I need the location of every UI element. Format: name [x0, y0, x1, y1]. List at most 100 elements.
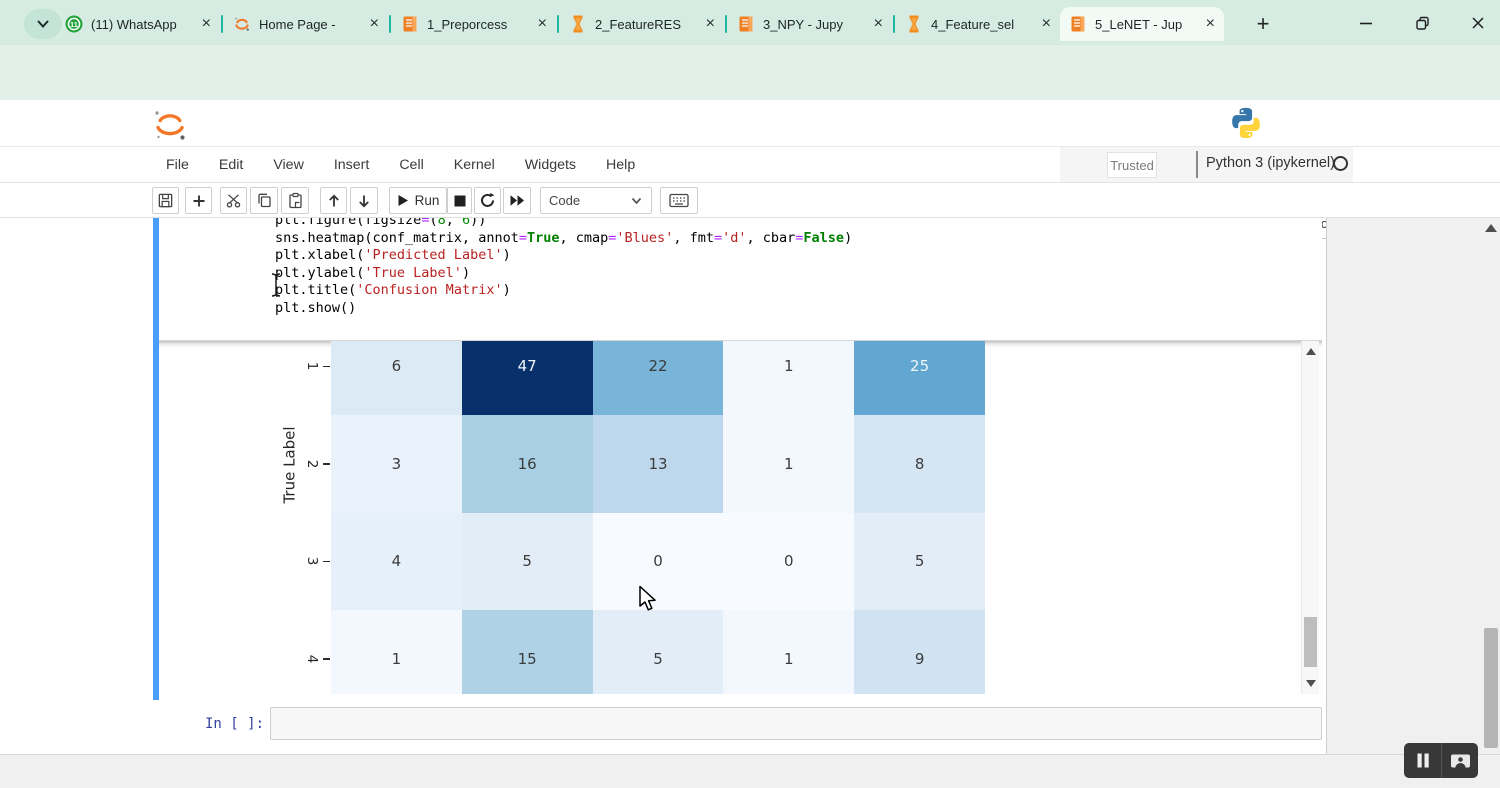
jupyter-favicon-icon [233, 15, 251, 33]
browser-tab-5[interactable]: 3_NPY - Jupy × [728, 7, 892, 41]
python-logo-icon [1228, 104, 1264, 142]
y-tick-mark [323, 463, 330, 465]
heatmap-cell-r2-c1: 3 [331, 415, 462, 513]
tab-separator [221, 15, 223, 33]
command-palette-button[interactable] [660, 187, 698, 214]
notebook-menubar: FileEditViewInsertCellKernelWidgetsHelp … [0, 147, 1500, 183]
restart-run-all-button[interactable] [503, 187, 531, 214]
browser-toolbar: localhost:8889/notebooks/5_LeNET.ipynb O… [0, 45, 1500, 100]
paste-cell-button[interactable] [281, 187, 309, 214]
main-scroll-up-icon[interactable] [1485, 224, 1497, 232]
y-tick-mark [323, 561, 330, 563]
copy-cell-button[interactable] [250, 187, 278, 214]
heatmap-cell-r2-c5: 8 [854, 415, 985, 513]
run-cell-button[interactable]: Run [389, 187, 447, 214]
cell-type-select[interactable]: Code [540, 187, 652, 214]
arrow-up-icon [326, 193, 342, 209]
empty-cell-input[interactable] [270, 707, 1322, 740]
tab-close-icon[interactable]: × [370, 16, 379, 32]
run-label: Run [415, 193, 440, 208]
code-line-2: sns.heatmap(conf_matrix, annot=True, cma… [275, 230, 852, 246]
heatmap-cell-r3-c1: 4 [331, 513, 462, 611]
pause-icon [1416, 753, 1430, 768]
run-icon [397, 194, 409, 207]
browser-tab-6[interactable]: 4_Feature_sel× [896, 7, 1060, 41]
trusted-badge: Trusted [1107, 152, 1157, 178]
y-tick-label-1: 1 [304, 358, 320, 374]
browser-tab-7[interactable]: 5_LeNET - Jup× [1060, 7, 1224, 41]
jupyter-header: jupyter 5_LeNET Last Checkpoint: 9 minut… [0, 100, 1500, 147]
pause-button[interactable] [1404, 743, 1441, 778]
stop-icon [454, 195, 466, 207]
empty-cell-prompt: In [ ]: [205, 716, 264, 732]
heatmap-cell-r1-c1: 6 [331, 341, 462, 415]
browser-tab-2[interactable]: Home Page -× [224, 7, 388, 41]
browser-tab-1[interactable]: 11 (11) WhatsApp × [56, 7, 220, 41]
heatmap-cell-r2-c4: 1 [723, 415, 854, 513]
menu-item-edit[interactable]: Edit [219, 157, 243, 173]
y-tick-mark [323, 366, 330, 368]
page-right-gutter [1326, 218, 1500, 755]
window-close-button[interactable] [1464, 11, 1492, 35]
move-cell-down-button[interactable] [350, 187, 378, 214]
heatmap-cell-r1-c3: 22 [593, 341, 724, 415]
cell-output-area[interactable]: 647221251316131824500531155194True Label [159, 341, 1322, 694]
tab-close-icon[interactable]: × [874, 16, 883, 32]
new-tab-button[interactable]: + [1248, 9, 1278, 39]
save-button[interactable] [152, 187, 179, 214]
output-scrollbar-thumb[interactable] [1304, 617, 1317, 667]
chevron-down-icon [630, 194, 643, 207]
browser-window: 11(11) WhatsApp×Home Page -×1_Preporcess… [0, 0, 1500, 788]
tab-close-icon[interactable]: × [1206, 16, 1215, 32]
tab-title: 1_Preporcess [427, 17, 532, 32]
restart-kernel-button[interactable] [474, 187, 501, 214]
menu-item-cell[interactable]: Cell [399, 157, 423, 173]
restore-icon [1414, 15, 1431, 32]
heatmap-cell-r4-c1: 1 [331, 610, 462, 694]
notebook-favicon-icon [401, 15, 419, 33]
menu-item-file[interactable]: File [166, 157, 189, 173]
menu-item-view[interactable]: View [273, 157, 304, 173]
menu-item-kernel[interactable]: Kernel [454, 157, 495, 173]
browser-tab-3[interactable]: 1_Preporcess × [392, 7, 556, 41]
add-cell-button[interactable] [185, 187, 212, 214]
tab-title: 3_NPY - Jupy [763, 17, 868, 32]
keyboard-icon [669, 193, 689, 208]
window-minimize-button[interactable] [1352, 11, 1380, 35]
menu-items: File Edit View Insert Cell Kernel Widgets Help [166, 147, 635, 182]
arrow-down-icon [356, 193, 372, 209]
picture-in-picture-button[interactable] [1441, 743, 1478, 778]
svg-text:11: 11 [70, 20, 78, 29]
plus-icon [191, 193, 207, 209]
fast-forward-icon [509, 194, 525, 207]
interrupt-kernel-button[interactable] [447, 187, 472, 214]
scroll-down-icon[interactable] [1306, 680, 1316, 687]
tab-close-icon[interactable]: × [202, 16, 211, 32]
browser-tab-4[interactable]: 2_FeatureRES× [560, 7, 724, 41]
window-restore-button[interactable] [1408, 11, 1436, 35]
code-line-1: plt.figure(figsize=(8, 6)) [275, 218, 486, 228]
move-cell-up-button[interactable] [320, 187, 347, 214]
heatmap-cell-r3-c2: 5 [462, 513, 593, 611]
code-line-3: plt.xlabel('Predicted Label') [275, 247, 511, 263]
heatmap-cell-r3-c4: 0 [723, 513, 854, 611]
menu-item-insert[interactable]: Insert [334, 157, 369, 173]
tab-title: (11) WhatsApp [91, 17, 196, 32]
menu-item-widgets[interactable]: Widgets [525, 157, 576, 173]
jupyter-logo-icon[interactable] [150, 105, 190, 145]
tab-close-icon[interactable]: × [706, 16, 715, 32]
output-scrollbar[interactable] [1301, 341, 1319, 694]
tab-close-icon[interactable]: × [1042, 16, 1051, 32]
y-tick-label-4: 4 [304, 651, 320, 667]
copy-icon [256, 192, 273, 209]
menu-item-help[interactable]: Help [606, 157, 635, 173]
code-cell-input[interactable]: plt.figure(figsize=(8, 6)) sns.heatmap(co… [159, 218, 1322, 340]
mouse-cursor [637, 585, 661, 613]
tab-close-icon[interactable]: × [538, 16, 547, 32]
cut-cell-button[interactable] [220, 187, 247, 214]
page-bottom-strip [0, 754, 1500, 788]
main-scrollbar-thumb[interactable] [1484, 628, 1498, 748]
kernel-name: Python 3 (ipykernel) [1206, 155, 1335, 171]
scroll-up-icon[interactable] [1306, 348, 1316, 355]
y-tick-label-3: 3 [304, 553, 320, 569]
